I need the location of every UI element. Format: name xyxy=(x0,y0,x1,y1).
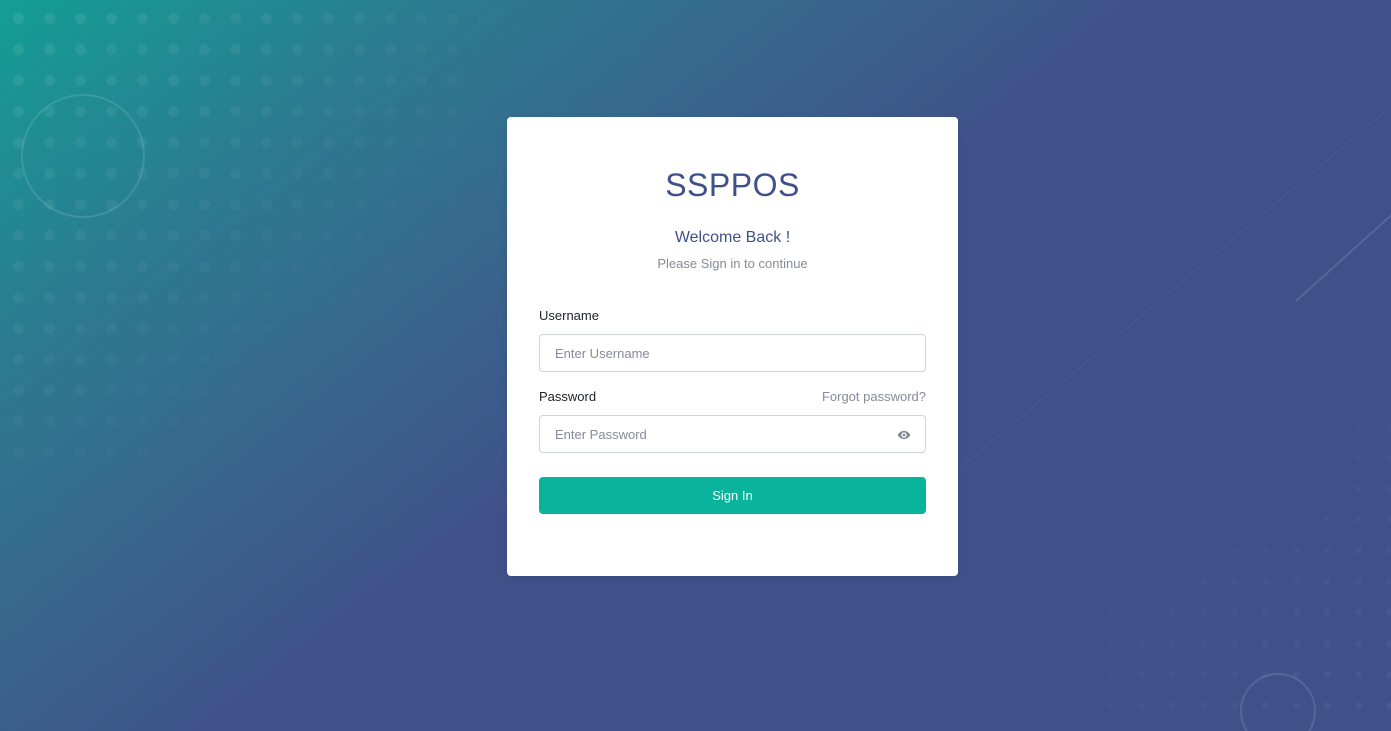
username-input[interactable] xyxy=(540,335,925,371)
password-field-wrapper xyxy=(539,415,926,453)
password-label: Password xyxy=(539,389,597,404)
forgot-password-link[interactable]: Forgot password? xyxy=(822,388,926,406)
background-ring-decoration xyxy=(21,94,145,218)
background-dot-pattern-bottom xyxy=(971,411,1391,731)
username-field-wrapper xyxy=(539,334,926,372)
brand-title: SSPPOS xyxy=(665,167,800,203)
eye-icon[interactable] xyxy=(897,428,911,442)
background-line-decoration xyxy=(1295,213,1391,302)
login-card: SSPPOS Welcome Back ! Please Sign in to … xyxy=(507,117,958,576)
username-label: Username xyxy=(539,308,599,323)
signin-subtitle: Please Sign in to continue xyxy=(657,256,808,271)
login-page: SSPPOS Welcome Back ! Please Sign in to … xyxy=(0,0,1391,731)
sign-in-button[interactable]: Sign In xyxy=(539,477,926,514)
background-dot-pattern xyxy=(0,0,480,480)
welcome-heading: Welcome Back ! xyxy=(674,229,791,246)
password-input[interactable] xyxy=(540,416,925,452)
